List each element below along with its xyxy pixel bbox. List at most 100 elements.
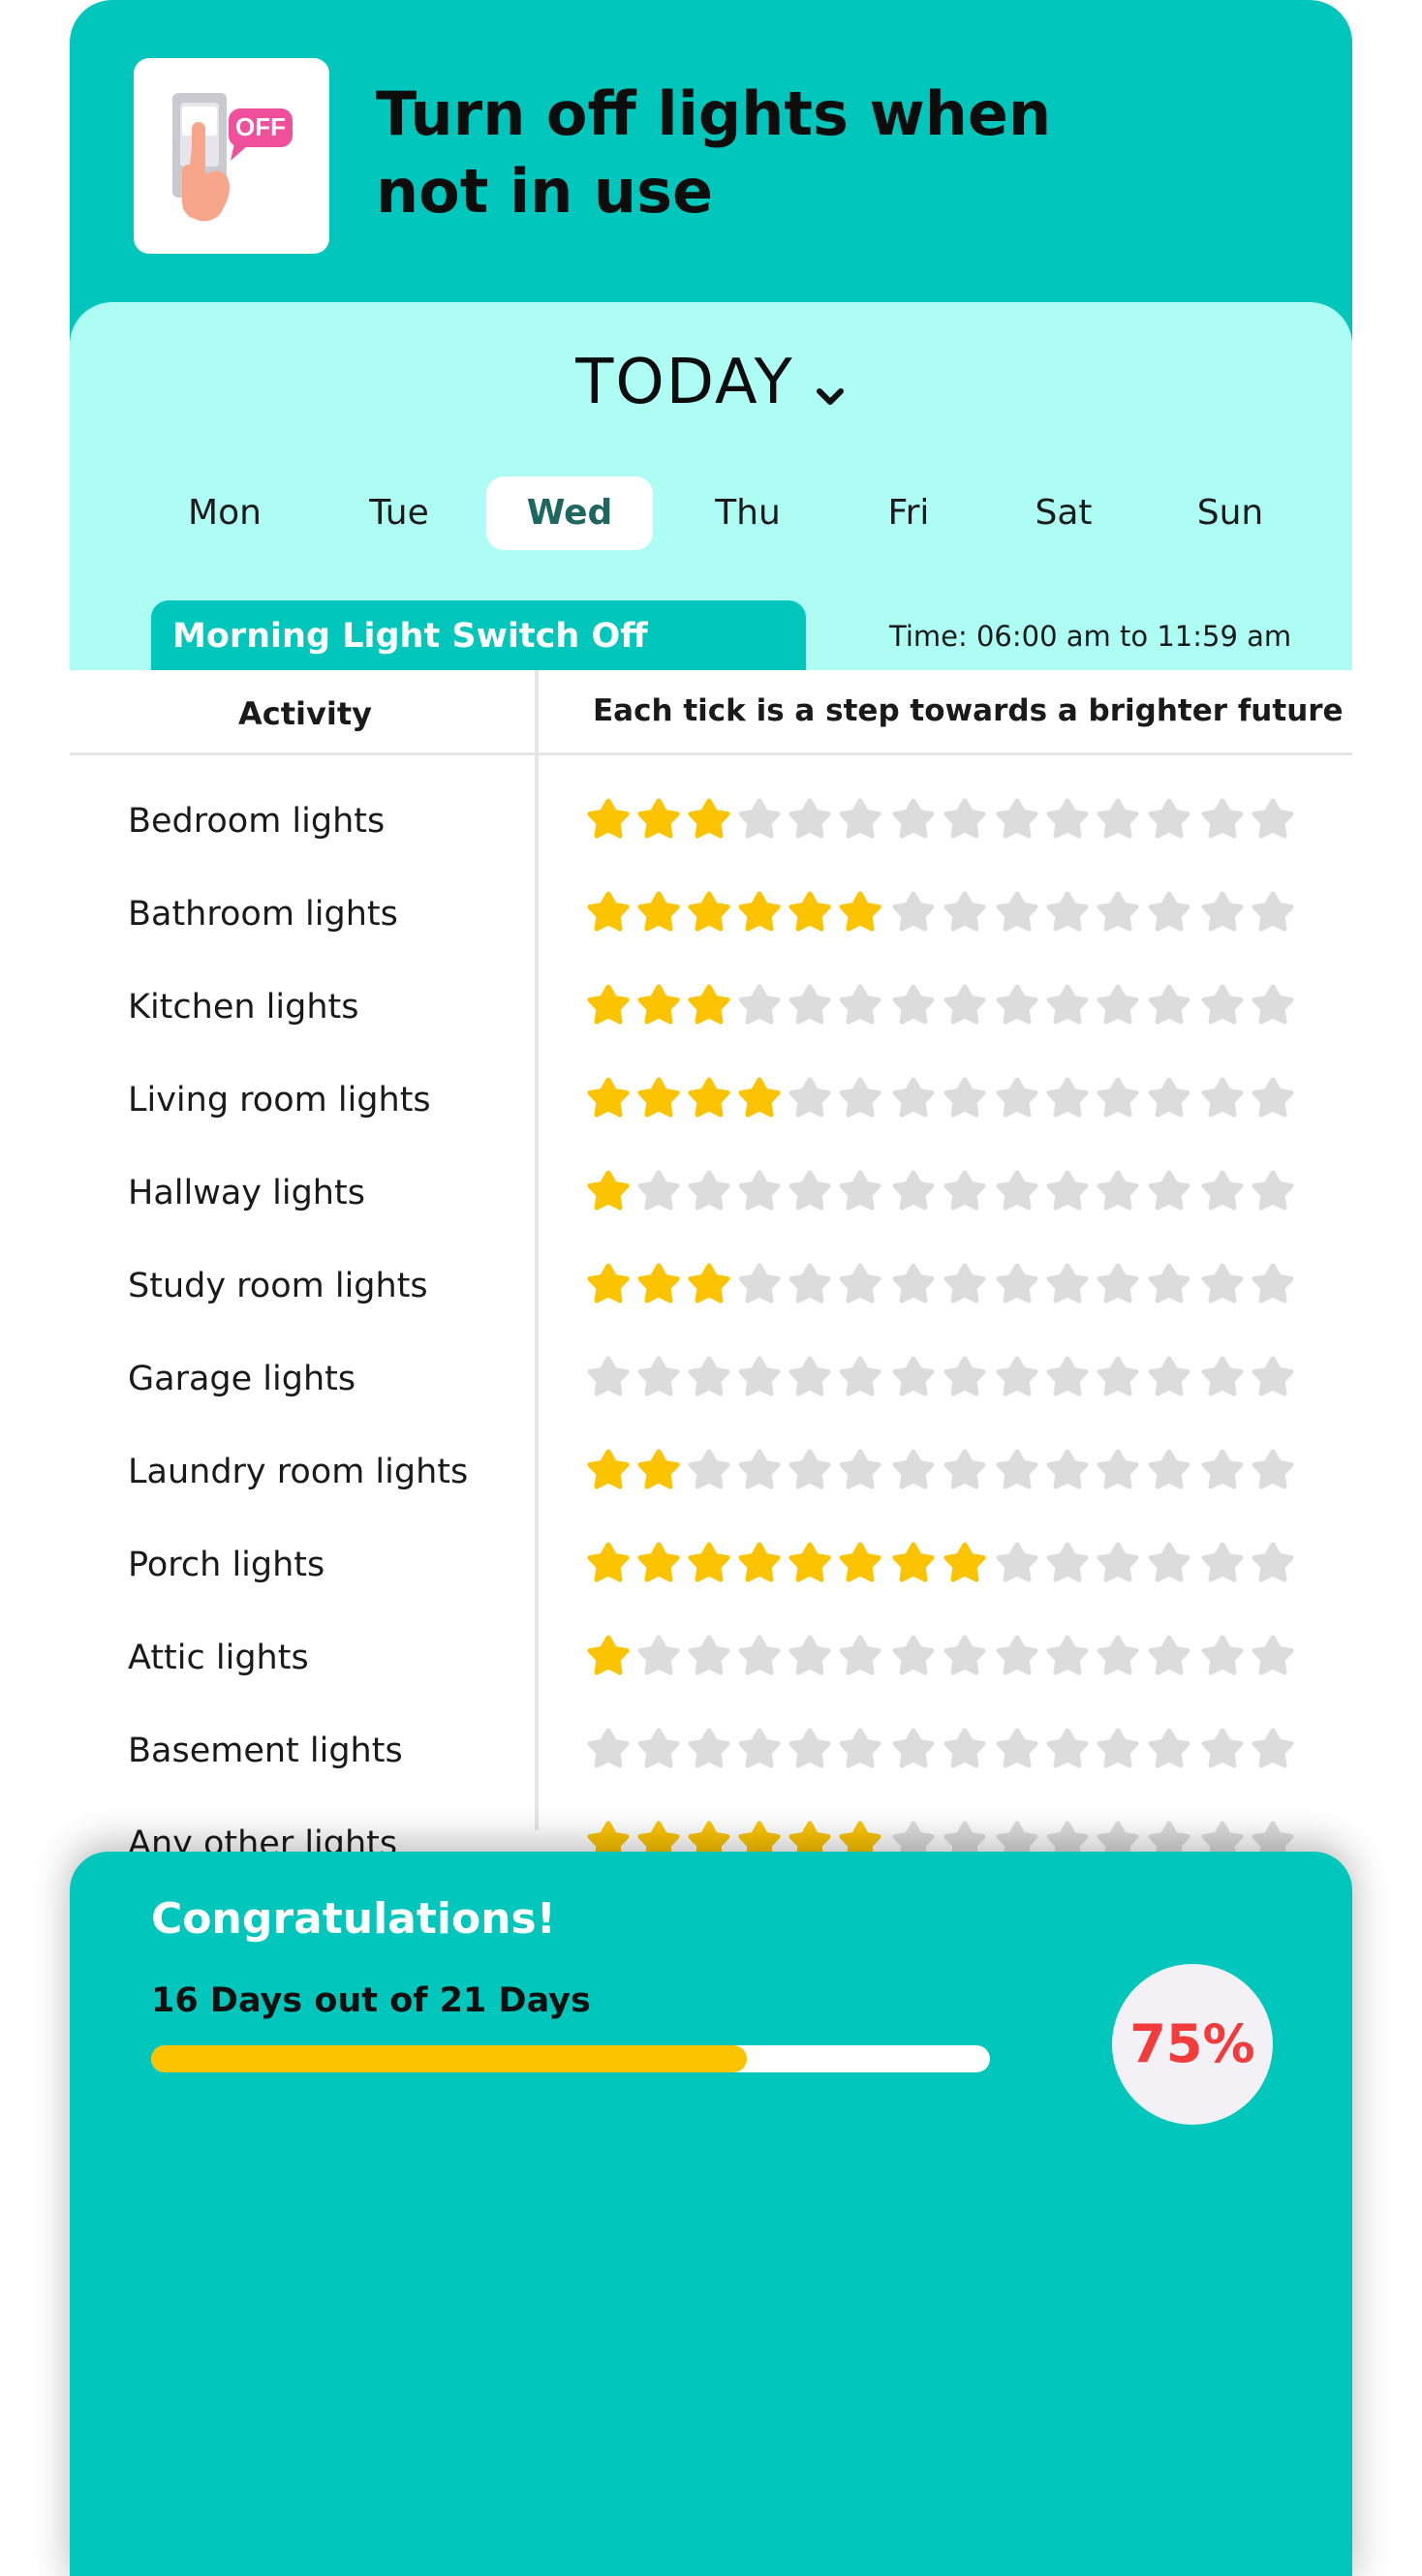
star-empty-icon[interactable] (1045, 1635, 1090, 1679)
star-empty-icon[interactable] (943, 984, 987, 1028)
star-filled-icon[interactable] (687, 1077, 731, 1121)
star-empty-icon[interactable] (995, 1077, 1039, 1121)
star-empty-icon[interactable] (891, 798, 936, 843)
star-empty-icon[interactable] (1200, 1356, 1245, 1400)
star-empty-icon[interactable] (1200, 1635, 1245, 1679)
star-empty-icon[interactable] (891, 1263, 936, 1307)
star-filled-icon[interactable] (636, 1077, 681, 1121)
star-empty-icon[interactable] (737, 1263, 782, 1307)
star-filled-icon[interactable] (943, 1542, 987, 1586)
star-empty-icon[interactable] (687, 1728, 731, 1772)
star-empty-icon[interactable] (1200, 1542, 1245, 1586)
tab-thu[interactable]: Thu (680, 476, 816, 550)
star-filled-icon[interactable] (838, 1542, 882, 1586)
star-empty-icon[interactable] (891, 1077, 936, 1121)
star-filled-icon[interactable] (737, 1542, 782, 1586)
tab-sat[interactable]: Sat (996, 476, 1131, 550)
star-empty-icon[interactable] (1147, 1077, 1191, 1121)
star-empty-icon[interactable] (1096, 1356, 1140, 1400)
star-empty-icon[interactable] (943, 1356, 987, 1400)
star-empty-icon[interactable] (1045, 891, 1090, 935)
star-empty-icon[interactable] (838, 798, 882, 843)
star-empty-icon[interactable] (1045, 1170, 1090, 1214)
star-empty-icon[interactable] (1147, 798, 1191, 843)
star-empty-icon[interactable] (891, 984, 936, 1028)
star-empty-icon[interactable] (891, 1635, 936, 1679)
tab-fri[interactable]: Fri (841, 476, 976, 550)
star-empty-icon[interactable] (737, 1170, 782, 1214)
star-empty-icon[interactable] (1251, 1635, 1295, 1679)
star-empty-icon[interactable] (1096, 984, 1140, 1028)
star-empty-icon[interactable] (838, 1170, 882, 1214)
star-filled-icon[interactable] (586, 1635, 631, 1679)
star-empty-icon[interactable] (1251, 1170, 1295, 1214)
star-empty-icon[interactable] (995, 798, 1039, 843)
star-filled-icon[interactable] (586, 1263, 631, 1307)
star-empty-icon[interactable] (1045, 1542, 1090, 1586)
star-empty-icon[interactable] (1251, 984, 1295, 1028)
star-filled-icon[interactable] (687, 1263, 731, 1307)
star-empty-icon[interactable] (687, 1635, 731, 1679)
star-empty-icon[interactable] (891, 1728, 936, 1772)
star-empty-icon[interactable] (788, 1356, 832, 1400)
star-empty-icon[interactable] (1096, 1728, 1140, 1772)
star-empty-icon[interactable] (636, 1170, 681, 1214)
star-empty-icon[interactable] (1251, 1077, 1295, 1121)
star-empty-icon[interactable] (838, 1356, 882, 1400)
star-filled-icon[interactable] (586, 1170, 631, 1214)
star-empty-icon[interactable] (1147, 1449, 1191, 1493)
star-empty-icon[interactable] (737, 798, 782, 843)
star-filled-icon[interactable] (586, 1077, 631, 1121)
star-empty-icon[interactable] (1147, 1263, 1191, 1307)
star-empty-icon[interactable] (995, 1356, 1039, 1400)
star-empty-icon[interactable] (1147, 984, 1191, 1028)
star-empty-icon[interactable] (1251, 891, 1295, 935)
star-filled-icon[interactable] (687, 984, 731, 1028)
star-empty-icon[interactable] (838, 1077, 882, 1121)
star-empty-icon[interactable] (1096, 891, 1140, 935)
star-empty-icon[interactable] (943, 798, 987, 843)
star-empty-icon[interactable] (1200, 1728, 1245, 1772)
star-empty-icon[interactable] (788, 1728, 832, 1772)
star-empty-icon[interactable] (838, 1449, 882, 1493)
star-empty-icon[interactable] (1200, 1170, 1245, 1214)
star-empty-icon[interactable] (1096, 1635, 1140, 1679)
star-empty-icon[interactable] (1096, 798, 1140, 843)
star-empty-icon[interactable] (1096, 1170, 1140, 1214)
star-empty-icon[interactable] (737, 1728, 782, 1772)
star-filled-icon[interactable] (687, 798, 731, 843)
star-filled-icon[interactable] (737, 891, 782, 935)
star-empty-icon[interactable] (1045, 1263, 1090, 1307)
star-empty-icon[interactable] (1251, 1728, 1295, 1772)
star-empty-icon[interactable] (636, 1728, 681, 1772)
star-empty-icon[interactable] (788, 798, 832, 843)
star-filled-icon[interactable] (788, 1542, 832, 1586)
star-empty-icon[interactable] (1096, 1263, 1140, 1307)
star-filled-icon[interactable] (636, 1542, 681, 1586)
star-empty-icon[interactable] (943, 1728, 987, 1772)
star-empty-icon[interactable] (995, 1728, 1039, 1772)
star-empty-icon[interactable] (687, 1356, 731, 1400)
star-empty-icon[interactable] (943, 891, 987, 935)
star-empty-icon[interactable] (1045, 1449, 1090, 1493)
star-empty-icon[interactable] (995, 1635, 1039, 1679)
star-empty-icon[interactable] (1096, 1542, 1140, 1586)
star-empty-icon[interactable] (943, 1263, 987, 1307)
star-empty-icon[interactable] (1200, 1449, 1245, 1493)
star-filled-icon[interactable] (586, 984, 631, 1028)
star-filled-icon[interactable] (636, 891, 681, 935)
star-filled-icon[interactable] (636, 984, 681, 1028)
star-filled-icon[interactable] (586, 1449, 631, 1493)
star-empty-icon[interactable] (891, 1170, 936, 1214)
star-filled-icon[interactable] (636, 1263, 681, 1307)
star-empty-icon[interactable] (1251, 1263, 1295, 1307)
star-empty-icon[interactable] (1045, 1077, 1090, 1121)
star-empty-icon[interactable] (995, 1170, 1039, 1214)
star-empty-icon[interactable] (1147, 1635, 1191, 1679)
star-filled-icon[interactable] (636, 798, 681, 843)
star-filled-icon[interactable] (687, 891, 731, 935)
star-empty-icon[interactable] (636, 1356, 681, 1400)
star-empty-icon[interactable] (1147, 1728, 1191, 1772)
star-empty-icon[interactable] (838, 1728, 882, 1772)
star-empty-icon[interactable] (995, 984, 1039, 1028)
